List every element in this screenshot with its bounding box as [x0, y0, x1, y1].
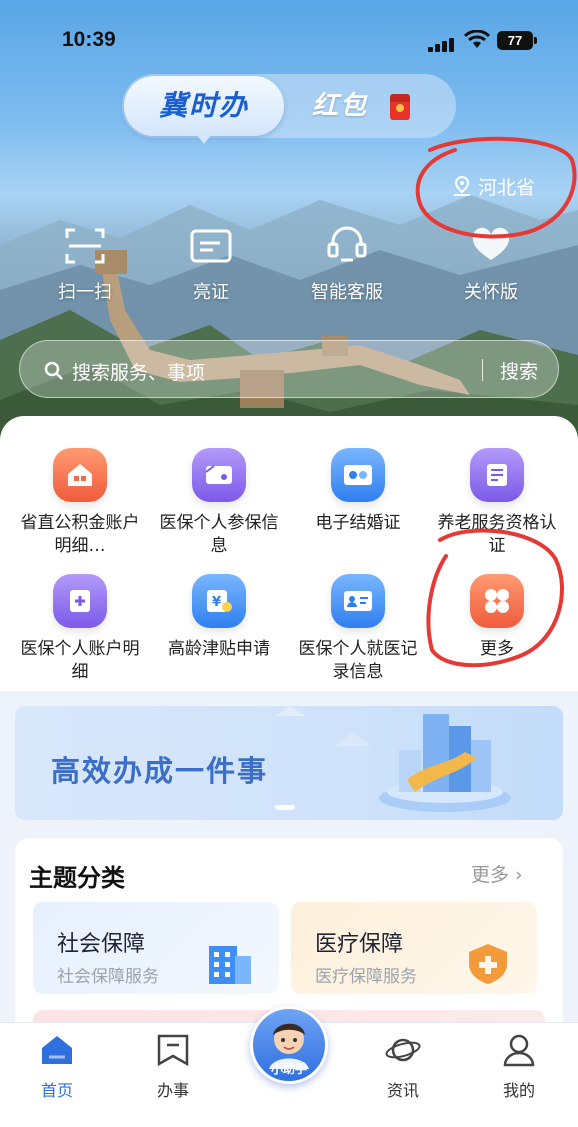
theme-card-subtitle: 医疗保障服务 [315, 967, 417, 987]
house-icon [53, 448, 107, 502]
theme-card-social-security[interactable]: 社会保障 社会保障服务 [33, 902, 279, 994]
search-bar[interactable]: 搜索服务、事项 搜索 [19, 340, 559, 398]
service-label: 医保个人账户明细 [20, 639, 140, 682]
theme-card-title: 社会保障 [57, 932, 146, 957]
pension-icon [470, 448, 524, 502]
svg-text:¥: ¥ [212, 595, 221, 610]
hero-header: 10:39 77 冀时办 红包 河北省 扫一扫 亮证 智能客服 关怀版 搜索服务… [0, 0, 578, 440]
service-medical-insurance-info[interactable]: 医保个人参保信息 [149, 448, 289, 558]
service-elderly-allowance[interactable]: ¥ 高龄津贴申请 [149, 574, 289, 661]
search-input[interactable]: 搜索服务、事项 [72, 358, 205, 385]
service-label: 高龄津贴申请 [168, 639, 270, 659]
insurance-card-icon [192, 448, 246, 502]
battery-indicator: 77 [497, 31, 537, 50]
service-more[interactable]: 更多 [427, 574, 567, 661]
brand-tab-hongbao[interactable]: 红包 [312, 76, 432, 136]
theme-card-subtitle: 社会保障服务 [57, 967, 159, 987]
assistant-label: 小助手 [270, 1062, 307, 1076]
building-icon [209, 946, 251, 984]
tab-label: 办事 [156, 1081, 189, 1100]
search-icon [44, 361, 63, 380]
banner-illustration [275, 706, 511, 812]
quick-action-care-mode[interactable]: 关怀版 [436, 226, 546, 304]
home-icon [42, 1036, 72, 1064]
search-button[interactable]: 搜索 [500, 357, 538, 384]
service-medical-records[interactable]: 医保个人就医记录信息 [288, 574, 428, 684]
medical-record-icon [331, 574, 385, 628]
more-grid-icon [470, 574, 524, 628]
tab-services[interactable]: 办事 [128, 1033, 218, 1101]
quick-action-customer-service[interactable]: 智能客服 [292, 226, 402, 304]
tab-label: 首页 [40, 1081, 73, 1100]
wifi-icon [464, 30, 490, 48]
status-bar: 10:39 77 [0, 0, 578, 80]
section-title: 主题分类 [29, 864, 125, 892]
medical-account-icon [53, 574, 107, 628]
tab-home[interactable]: 首页 [12, 1033, 102, 1101]
location-selector[interactable]: 河北省 [452, 172, 535, 200]
service-label: 更多 [480, 639, 514, 659]
user-icon [503, 1034, 535, 1067]
tab-profile[interactable]: 我的 [474, 1033, 564, 1101]
theme-more-link[interactable]: 更多 › [471, 860, 523, 887]
quick-action-show-id[interactable]: 亮证 [156, 226, 266, 304]
status-time: 10:39 [62, 28, 116, 51]
service-marriage-certificate[interactable]: 电子结婚证 [288, 448, 428, 535]
tab-label: 我的 [502, 1081, 535, 1100]
service-grid: 省直公积金账户明细… 医保个人参保信息 电子结婚证 养老服务资格认证 医保个人账… [0, 416, 578, 691]
service-provident-fund[interactable]: 省直公积金账户明细… [10, 448, 150, 558]
cellular-signal-icon [428, 36, 458, 52]
planet-icon [385, 1038, 421, 1062]
quick-action-scan[interactable]: 扫一扫 [30, 226, 140, 304]
allowance-icon: ¥ [192, 574, 246, 628]
tab-news[interactable]: 资讯 [358, 1033, 448, 1101]
brand-tab-jishiban[interactable]: 冀时办 [124, 76, 284, 136]
service-pension-qualification[interactable]: 养老服务资格认证 [427, 448, 567, 558]
location-label: 河北省 [478, 176, 536, 199]
marriage-cert-icon [331, 448, 385, 502]
tab-label: 资讯 [386, 1081, 419, 1100]
bookmark-icon [157, 1034, 189, 1067]
theme-card-medical[interactable]: 医疗保障 医疗保障服务 [291, 902, 537, 994]
service-medical-account[interactable]: 医保个人账户明细 [10, 574, 150, 684]
brand-tab-pointer [196, 134, 212, 144]
promo-banner[interactable]: 高效办成一件事 [15, 706, 563, 820]
id-card-icon [190, 229, 232, 263]
service-label: 电子结婚证 [315, 513, 401, 533]
service-label: 医保个人参保信息 [159, 513, 279, 556]
quick-action-label: 关怀版 [464, 282, 518, 303]
headset-icon [327, 226, 367, 262]
search-divider [482, 359, 483, 381]
care-icon [472, 227, 510, 260]
scan-icon [65, 228, 105, 264]
service-label: 省直公积金账户明细… [20, 513, 140, 556]
quick-action-label: 智能客服 [311, 282, 383, 303]
banner-page-indicator [275, 805, 295, 810]
red-envelope-icon [390, 94, 410, 120]
service-label: 养老服务资格认证 [437, 513, 557, 556]
medical-shield-icon [469, 944, 507, 984]
location-pin-icon [454, 175, 470, 196]
quick-action-label: 扫一扫 [58, 282, 112, 303]
quick-action-label: 亮证 [193, 282, 229, 303]
service-label: 医保个人就医记录信息 [298, 639, 418, 682]
assistant-button[interactable]: 小助手 [250, 1006, 328, 1084]
theme-card-title: 医疗保障 [315, 932, 404, 957]
